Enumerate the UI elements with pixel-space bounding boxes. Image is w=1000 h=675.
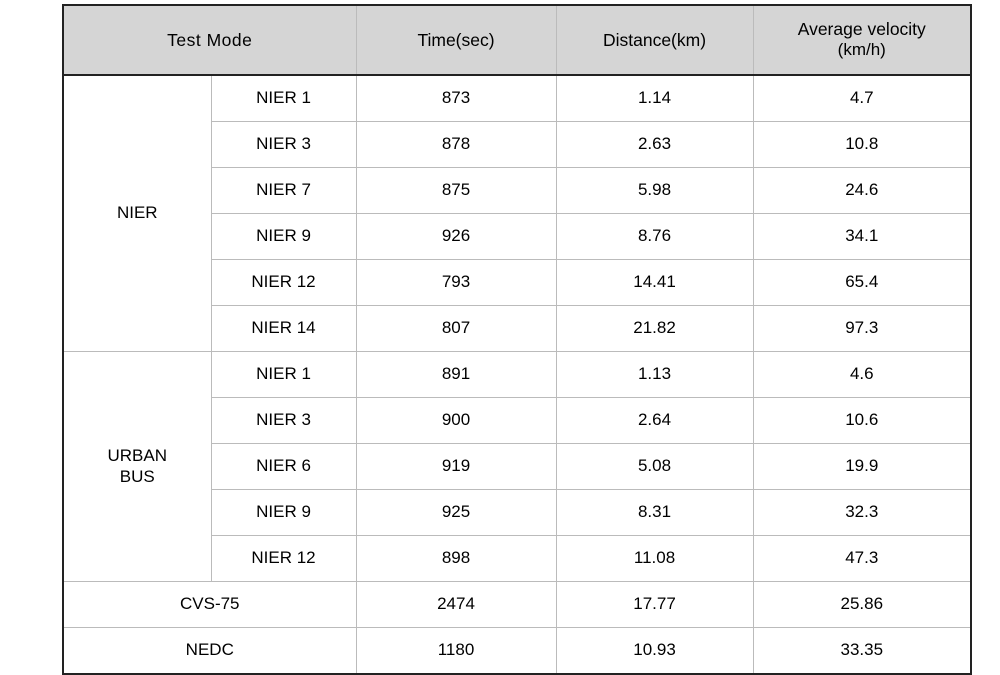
cell-velocity: 33.35 (752, 627, 972, 675)
cell-velocity: 4.6 (752, 351, 972, 398)
cell-velocity: 25.86 (752, 581, 972, 628)
sub-label: NIER 9 (210, 489, 357, 536)
cell-distance: 11.08 (555, 535, 754, 582)
cell-velocity: 10.6 (752, 397, 972, 444)
group-label-nier: NIER (62, 74, 212, 352)
cell-time: 926 (355, 213, 557, 260)
column-header-test-mode: Test Mode (62, 4, 357, 76)
table-row: NEDC 1180 10.93 33.35 (62, 627, 972, 675)
sub-label: NIER 1 (210, 351, 357, 398)
cell-distance: 5.98 (555, 167, 754, 214)
row-label-cvs75: CVS-75 (62, 581, 357, 628)
column-header-average-velocity-line2: (km/h) (837, 40, 886, 60)
cell-time: 891 (355, 351, 557, 398)
cell-time: 925 (355, 489, 557, 536)
header-row: Test Mode Time(sec) Distance(km) Average… (62, 4, 972, 76)
cell-velocity: 34.1 (752, 213, 972, 260)
sub-label: NIER 12 (210, 259, 357, 306)
cell-distance: 10.93 (555, 627, 754, 675)
document-page: Test Mode Time(sec) Distance(km) Average… (0, 0, 1000, 675)
column-header-distance: Distance(km) (555, 4, 754, 76)
cell-time: 2474 (355, 581, 557, 628)
cell-distance: 14.41 (555, 259, 754, 306)
cell-distance: 1.14 (555, 74, 754, 122)
cell-time: 898 (355, 535, 557, 582)
cell-velocity: 24.6 (752, 167, 972, 214)
table-row: URBAN BUS NIER 1 891 1.13 4.6 (62, 351, 972, 582)
cell-distance: 17.77 (555, 581, 754, 628)
cell-time: 873 (355, 74, 557, 122)
cell-velocity: 65.4 (752, 259, 972, 306)
column-header-average-velocity-line1: Average velocity (797, 19, 926, 40)
table-body: NIER NIER 1 873 1.14 4.7 NIER 3 878 2.63… (62, 74, 972, 675)
cell-velocity: 10.8 (752, 121, 972, 168)
cell-time: 875 (355, 167, 557, 214)
cell-distance: 5.08 (555, 443, 754, 490)
column-header-average-velocity: Average velocity (km/h) (752, 4, 972, 76)
cell-time: 900 (355, 397, 557, 444)
cell-distance: 1.13 (555, 351, 754, 398)
group-label-line2: BUS (119, 466, 155, 486)
cell-time: 878 (355, 121, 557, 168)
test-mode-results-table: Test Mode Time(sec) Distance(km) Average… (62, 4, 973, 675)
row-label-nedc: NEDC (62, 627, 357, 675)
cell-velocity: 32.3 (752, 489, 972, 536)
cell-velocity: 97.3 (752, 305, 972, 352)
sub-label: NIER 7 (210, 167, 357, 214)
cell-distance: 8.76 (555, 213, 754, 260)
sub-label: NIER 1 (210, 74, 357, 122)
cell-distance: 8.31 (555, 489, 754, 536)
table-row: NIER NIER 1 873 1.14 4.7 (62, 74, 972, 352)
sub-label: NIER 6 (210, 443, 357, 490)
cell-time: 793 (355, 259, 557, 306)
sub-label: NIER 14 (210, 305, 357, 352)
sub-label: NIER 9 (210, 213, 357, 260)
table-header: Test Mode Time(sec) Distance(km) Average… (62, 4, 972, 76)
cell-time: 1180 (355, 627, 557, 675)
cell-velocity: 4.7 (752, 74, 972, 122)
sub-label: NIER 3 (210, 121, 357, 168)
group-label-line1: URBAN (107, 446, 167, 466)
table-row: CVS-75 2474 17.77 25.86 (62, 581, 972, 628)
cell-distance: 21.82 (555, 305, 754, 352)
sub-label: NIER 12 (210, 535, 357, 582)
sub-label: NIER 3 (210, 397, 357, 444)
group-label-urban-bus: URBAN BUS (62, 351, 212, 582)
cell-distance: 2.63 (555, 121, 754, 168)
cell-velocity: 47.3 (752, 535, 972, 582)
cell-velocity: 19.9 (752, 443, 972, 490)
cell-distance: 2.64 (555, 397, 754, 444)
column-header-time: Time(sec) (355, 4, 557, 76)
cell-time: 919 (355, 443, 557, 490)
cell-time: 807 (355, 305, 557, 352)
